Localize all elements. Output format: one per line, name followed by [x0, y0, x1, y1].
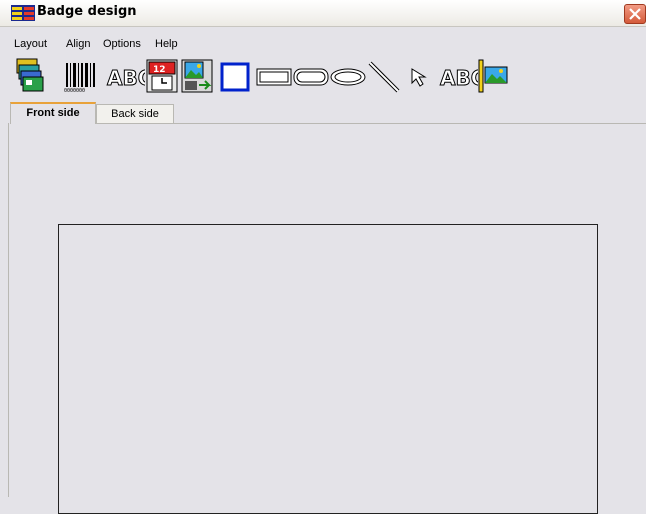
svg-text:12: 12 — [153, 65, 166, 75]
rounded-rectangle-icon[interactable] — [293, 67, 329, 87]
menu-bar: Layout Align Options Help — [0, 36, 646, 54]
text-outline-abc-icon[interactable]: ABC — [438, 61, 479, 91]
date-time-icon[interactable]: 12 — [146, 59, 178, 93]
badge-app-icon — [11, 5, 35, 21]
panel-left-border — [8, 123, 9, 497]
window-title: Badge design — [37, 4, 137, 19]
tab-back-side[interactable]: Back side — [96, 104, 174, 124]
title-bar: Badge design — [0, 0, 646, 27]
menu-align[interactable]: Align — [66, 38, 90, 50]
picture-import-icon[interactable] — [181, 59, 213, 93]
toolbar: 0000000 ABC 12 — [0, 57, 646, 99]
ellipse-icon[interactable] — [330, 67, 366, 87]
barcode-icon[interactable]: 0000000 — [60, 59, 100, 93]
close-button[interactable] — [624, 4, 646, 24]
svg-text:0000000: 0000000 — [64, 88, 85, 93]
text-abc-icon[interactable]: ABC — [105, 61, 146, 91]
menu-help[interactable]: Help — [155, 38, 178, 50]
menu-layout[interactable]: Layout — [14, 38, 47, 50]
menu-options[interactable]: Options — [103, 38, 141, 50]
image-icon[interactable] — [478, 59, 508, 93]
close-icon — [629, 8, 641, 20]
svg-text:ABC: ABC — [440, 66, 478, 90]
pointer-icon[interactable] — [408, 65, 432, 89]
square-icon[interactable] — [220, 62, 250, 92]
cards-stack-icon[interactable] — [15, 57, 45, 93]
svg-text:ABC: ABC — [107, 66, 145, 90]
tab-front-side[interactable]: Front side — [10, 102, 96, 124]
rectangle-icon[interactable] — [256, 67, 292, 87]
line-icon[interactable] — [368, 61, 402, 93]
badge-canvas[interactable] — [58, 224, 598, 514]
